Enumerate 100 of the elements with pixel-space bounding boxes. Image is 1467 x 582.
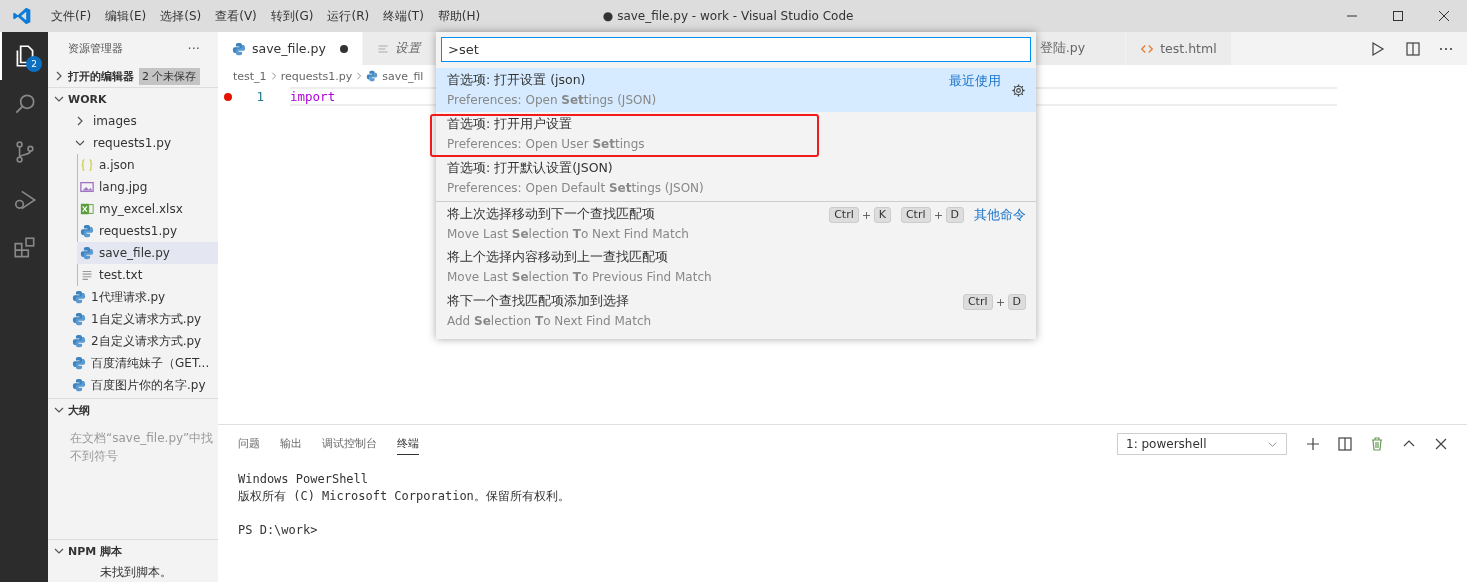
chevron-icon[interactable] bbox=[54, 546, 64, 556]
python-file-icon bbox=[72, 334, 86, 348]
maximize-icon[interactable] bbox=[1392, 10, 1404, 22]
python-file-icon bbox=[80, 224, 94, 238]
tree-item[interactable]: a.json bbox=[77, 154, 218, 176]
image-file-icon bbox=[80, 180, 94, 194]
key-cap: D bbox=[945, 207, 964, 223]
key-cap: K bbox=[873, 207, 891, 223]
tree-item[interactable]: 1自定义请求方式.py bbox=[48, 308, 218, 330]
menu-item[interactable]: 运行(R) bbox=[320, 7, 377, 25]
code-text: import bbox=[290, 89, 336, 104]
close-icon[interactable] bbox=[1433, 436, 1449, 452]
key-cap: Ctrl bbox=[962, 294, 993, 310]
excel-file-icon bbox=[80, 202, 94, 216]
editor-tab[interactable]: save_file.py bbox=[218, 32, 363, 65]
panel-tab[interactable]: 终端 bbox=[397, 433, 419, 455]
chevron-icon[interactable] bbox=[75, 138, 85, 148]
lines-icon bbox=[376, 42, 389, 55]
line-number: 1 bbox=[255, 89, 264, 104]
command-item[interactable]: 首选项: 打开默认设置(JSON) Preferences: Open Default Settings (JSON) bbox=[436, 156, 1036, 200]
text-file-icon bbox=[80, 268, 94, 282]
section-title[interactable]: NPM 脚本 bbox=[68, 543, 123, 559]
tree-item[interactable]: requests1.py bbox=[48, 132, 218, 154]
run-icon[interactable] bbox=[1369, 40, 1385, 57]
tree-item[interactable]: requests1.py bbox=[77, 220, 218, 242]
python-file-icon bbox=[232, 41, 246, 56]
terminal-text: 版权所有 (C) Microsoft Corporation。保留所有权利。 bbox=[238, 489, 570, 503]
chevron-icon bbox=[355, 72, 364, 80]
command-item[interactable]: 首选项: 打开设置 (json) Preferences: Open Settings (JSON) 最近使用 bbox=[436, 68, 1036, 112]
add-icon[interactable] bbox=[1305, 436, 1321, 452]
chevron-icon[interactable] bbox=[75, 116, 85, 126]
command-input[interactable]: >set bbox=[441, 37, 1031, 62]
panel-tab[interactable]: 调试控制台 bbox=[322, 433, 377, 455]
key-cap: D bbox=[1007, 294, 1026, 310]
python-file-icon bbox=[72, 312, 86, 326]
menu-item[interactable]: 选择(S) bbox=[153, 7, 209, 25]
app-logo-icon bbox=[12, 6, 32, 26]
more-actions-button[interactable]: ··· bbox=[187, 41, 200, 56]
sidebar-title: 资源管理器 bbox=[68, 41, 123, 56]
unsaved-dot[interactable] bbox=[339, 44, 348, 53]
breakpoint-dot[interactable] bbox=[224, 92, 232, 101]
settings-icon[interactable] bbox=[1011, 83, 1026, 98]
command-tag[interactable]: 其他命令 bbox=[974, 207, 1026, 224]
plus-icon bbox=[862, 211, 870, 219]
chevron-icon bbox=[269, 72, 278, 80]
key-cap: Ctrl bbox=[829, 207, 859, 223]
menu-item[interactable]: 转到(G) bbox=[263, 7, 321, 25]
close-icon[interactable] bbox=[1438, 10, 1450, 22]
tree-item[interactable]: my_excel.xlsx bbox=[77, 198, 218, 220]
editor-tab[interactable]: 登陆.py bbox=[1035, 32, 1127, 65]
section-title[interactable]: WORK bbox=[68, 92, 107, 106]
window-title: ● save_file.py - work - Visual Studio Code bbox=[602, 9, 854, 23]
tree-item[interactable]: lang.jpg bbox=[77, 176, 218, 198]
json-file-icon bbox=[80, 158, 94, 172]
panel-tab[interactable]: 问题 bbox=[238, 433, 260, 455]
notification-badge: 2 bbox=[26, 56, 42, 72]
breadcrumb-item[interactable]: save_fil bbox=[382, 69, 424, 83]
command-item[interactable]: 将下一个查找匹配项添加到选择 Add Selection To Next Find Match Ctrl D bbox=[436, 289, 1036, 333]
menu-item[interactable]: 查看(V) bbox=[208, 7, 264, 25]
command-tag[interactable]: 最近使用 bbox=[949, 73, 1001, 90]
empty-message: 在文档“save_file.py”中找不到符号 bbox=[69, 430, 215, 465]
plus-icon bbox=[934, 211, 942, 219]
python-file-icon bbox=[72, 290, 86, 304]
breadcrumb-item[interactable]: test_1 bbox=[233, 69, 267, 83]
tree-item[interactable]: 2自定义请求方式.py bbox=[48, 330, 218, 352]
more-actions-icon[interactable] bbox=[1439, 46, 1453, 51]
tree-item[interactable]: test.txt bbox=[77, 264, 218, 286]
key-cap: Ctrl bbox=[900, 207, 931, 223]
command-item[interactable]: 将上个选择内容移动到上一查找匹配项 Move Last Selection To Previous Find Match bbox=[436, 245, 1036, 289]
plus-icon bbox=[996, 298, 1004, 306]
chevron-icon[interactable] bbox=[54, 71, 64, 81]
python-file-icon bbox=[80, 246, 94, 260]
menu-item[interactable]: 帮助(H) bbox=[430, 7, 488, 25]
command-item[interactable]: 将上次选择移动到下一个查找匹配项 Move Last Selection To Next Find Match Ctrl K Ctrl D 其他命令 bbox=[436, 201, 1036, 245]
trash-icon[interactable] bbox=[1369, 436, 1385, 452]
chevron-icon[interactable] bbox=[54, 405, 64, 415]
menu-item[interactable]: 终端(T) bbox=[376, 7, 431, 25]
split-editor-icon[interactable] bbox=[1405, 40, 1421, 57]
python-file-icon bbox=[72, 378, 86, 392]
tree-item[interactable]: 百度图片你的名字.py bbox=[48, 374, 218, 396]
terminal-text: Windows PowerShell bbox=[238, 472, 369, 486]
split-terminal-icon[interactable] bbox=[1337, 436, 1353, 452]
empty-message: 未找到脚本。 bbox=[99, 564, 173, 581]
python-file-icon bbox=[72, 356, 86, 370]
menu-item[interactable]: 编辑(E) bbox=[98, 7, 154, 25]
breadcrumb-item[interactable]: requests1.py bbox=[280, 69, 353, 83]
unsaved-badge: 2 个未保存 bbox=[139, 67, 200, 85]
editor-tab[interactable]: test.html bbox=[1126, 32, 1232, 65]
terminal-dropdown[interactable]: 1: powershell bbox=[1117, 433, 1287, 455]
section-title[interactable]: 大纲 bbox=[68, 402, 90, 418]
tree-item[interactable]: 百度清纯妹子（GET... bbox=[48, 352, 218, 374]
tree-item[interactable]: save_file.py bbox=[77, 242, 218, 264]
editor-tab[interactable]: 设置 bbox=[362, 32, 436, 65]
tree-item[interactable]: images bbox=[48, 110, 218, 132]
tree-item[interactable]: 1代理请求.py bbox=[48, 286, 218, 308]
menu-item[interactable]: 文件(F) bbox=[44, 7, 99, 25]
section-title[interactable]: 打开的编辑器 bbox=[68, 68, 134, 84]
chevron-icon[interactable] bbox=[54, 94, 64, 104]
panel-tab[interactable]: 输出 bbox=[280, 433, 302, 455]
command-item[interactable]: 首选项: 打开用户设置 Preferences: Open User Settings bbox=[436, 112, 1036, 156]
